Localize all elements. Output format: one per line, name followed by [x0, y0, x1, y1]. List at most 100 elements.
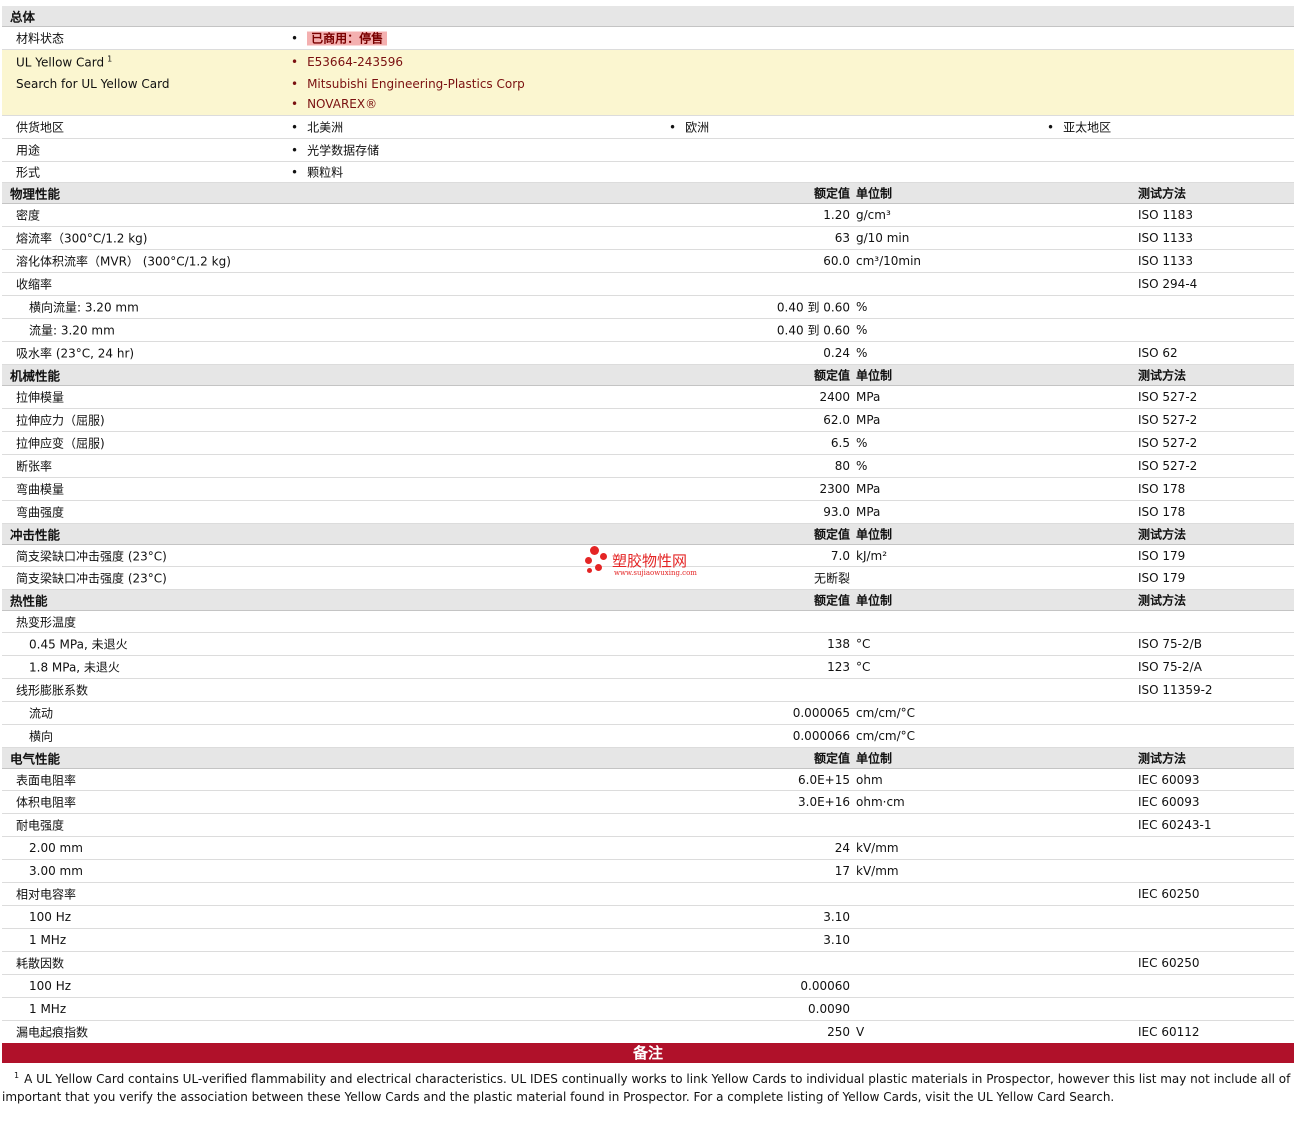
row-permittivity-100hz: 100 Hz 3.10	[2, 906, 1294, 929]
property-value: 0.00060	[800, 979, 850, 993]
property-value: 0.0090	[808, 1002, 850, 1016]
property-value: 3.10	[823, 910, 850, 924]
row-search-ul-card: Search for UL Yellow Card Mitsubishi Eng…	[2, 73, 1294, 116]
property-label: 拉伸模量	[16, 390, 65, 405]
use-item: 光学数据存储	[291, 142, 379, 159]
property-unit: cm/cm/°C	[856, 706, 916, 720]
sub-property-label: 横向流量: 3.20 mm	[29, 300, 139, 315]
region-item: 欧洲	[669, 119, 709, 136]
column-nominal: 额定值	[813, 527, 850, 542]
property-value: 24	[834, 841, 850, 855]
column-nominal: 额定值	[813, 186, 850, 201]
property-label: 吸水率 (23°C, 24 hr)	[16, 346, 135, 361]
property-range: 0.40 到 0.60	[776, 300, 850, 315]
test-method: ISO 11359-2	[1138, 683, 1213, 697]
column-unit: 单位制	[856, 593, 893, 608]
watermark-logo-icon	[584, 546, 612, 578]
property-unit: %	[856, 300, 868, 314]
sub-property-label: 流量: 3.20 mm	[29, 323, 115, 338]
property-unit: cm/cm/°C	[856, 729, 916, 743]
footnote-ref[interactable]: 1	[107, 54, 112, 63]
property-label: 体积电阻率	[16, 795, 77, 810]
property-unit: kJ/m²	[856, 548, 888, 563]
ul-card-link[interactable]: E53664-243596	[291, 55, 403, 69]
property-value: 2400	[819, 390, 850, 404]
footnote-line-2: important that you verify the associatio…	[2, 1090, 1115, 1104]
property-label: 热变形温度	[16, 615, 77, 629]
test-method: IEC 60243-1	[1138, 818, 1212, 832]
test-method: ISO 527-2	[1138, 459, 1198, 473]
property-label: 耐电强度	[16, 818, 65, 833]
test-method: IEC 60250	[1138, 887, 1200, 901]
property-value: 6.5	[830, 436, 850, 450]
watermark-url: www.sujiaowuxing.com	[614, 569, 697, 577]
test-method: ISO 75-2/B	[1138, 637, 1202, 651]
sub-property-label: 1.8 MPa, 未退火	[29, 660, 120, 675]
test-method: ISO 527-2	[1138, 436, 1198, 450]
row-hdt: 热变形温度	[2, 611, 1294, 633]
property-value: 0.000066	[792, 729, 850, 743]
row-tensile-stress: 拉伸应力（屈服) 62.0 MPa ISO 527-2	[2, 409, 1294, 432]
section-title: 冲击性能	[10, 527, 61, 543]
row-permittivity-1mhz: 1 MHz 3.10	[2, 929, 1294, 952]
property-label: 简支梁缺口冲击强度 (23°C)	[16, 571, 167, 586]
test-method: IEC 60112	[1138, 1025, 1200, 1039]
property-unit: %	[856, 323, 868, 337]
row-tensile-modulus: 拉伸模量 2400 MPa ISO 527-2	[2, 386, 1294, 409]
test-method: IEC 60093	[1138, 772, 1200, 787]
test-method: ISO 178	[1138, 482, 1186, 496]
property-unit: MPa	[856, 390, 881, 404]
test-method: ISO 179	[1138, 571, 1186, 585]
property-unit: %	[856, 436, 868, 450]
property-unit: ohm	[856, 772, 883, 787]
row-material-status: 材料状态 已商用：停售	[2, 27, 1294, 50]
section-title: 电气性能	[10, 751, 61, 767]
section-title: 热性能	[10, 593, 48, 609]
sub-property-label: 3.00 mm	[29, 864, 83, 878]
row-water-absorption: 吸水率 (23°C, 24 hr) 0.24 % ISO 62	[2, 342, 1294, 365]
section-title: 物理性能	[10, 186, 61, 202]
row-volume-resistivity: 体积电阻率 3.0E+16 ohm·cm IEC 60093	[2, 791, 1294, 814]
row-dissipation-1mhz: 1 MHz 0.0090	[2, 998, 1294, 1021]
property-unit: g/cm³	[856, 208, 891, 222]
property-value: 3.0E+16	[798, 795, 850, 809]
row-melt-flow: 熔流率（300°C/1.2 kg) 63 g/10 min ISO 1133	[2, 227, 1294, 250]
row-supply-regions: 供货地区 北美洲 欧洲 亚太地区	[2, 116, 1294, 139]
row-ul-yellow-card: UL Yellow Card1 E53664-243596	[2, 50, 1294, 73]
test-method: ISO 178	[1138, 505, 1186, 519]
region-item: 亚太地区	[1047, 119, 1111, 136]
property-unit: MPa	[856, 505, 881, 519]
row-flexural-modulus: 弯曲模量 2300 MPa ISO 178	[2, 478, 1294, 501]
property-label: 熔流率（300°C/1.2 kg)	[16, 231, 148, 246]
property-unit: °C	[856, 637, 871, 651]
property-value: 无断裂	[813, 571, 850, 586]
property-label: 密度	[16, 208, 41, 223]
test-method: ISO 294-4	[1138, 277, 1198, 291]
column-test: 测试方法	[1138, 186, 1187, 201]
property-unit: %	[856, 459, 868, 473]
property-label: 弯曲模量	[16, 482, 65, 497]
row-clte-flow: 流动 0.000065 cm/cm/°C	[2, 702, 1294, 725]
sub-property-label: 100 Hz	[29, 910, 72, 924]
property-label: Search for UL Yellow Card	[16, 77, 170, 91]
row-shrinkage-flow: 流量: 3.20 mm 0.40 到 0.60 %	[2, 319, 1294, 342]
region-item: 北美洲	[291, 119, 343, 136]
column-test: 测试方法	[1138, 527, 1187, 542]
search-link-manufacturer[interactable]: Mitsubishi Engineering-Plastics Corp	[291, 77, 525, 91]
property-label: 拉伸应变（屈服)	[16, 436, 105, 451]
row-form: 形式 颗粒料	[2, 162, 1294, 183]
property-label: 拉伸应力（屈服)	[16, 413, 105, 428]
property-label: 溶化体积流率（MVR） (300°C/1.2 kg)	[16, 254, 231, 269]
column-unit: 单位制	[856, 527, 893, 542]
notes-header: 备注	[2, 1043, 1294, 1063]
section-header-mechanical: 机械性能 额定值 单位制 测试方法	[2, 365, 1294, 386]
row-use: 用途 光学数据存储	[2, 139, 1294, 162]
test-method: ISO 179	[1138, 548, 1186, 563]
sub-property-label: 1 MHz	[29, 933, 67, 947]
property-label: UL Yellow Card 1	[16, 54, 112, 69]
property-label: 用途	[16, 143, 41, 158]
property-value: 60.0	[823, 254, 850, 268]
sub-property-label: 0.45 MPa, 未退火	[29, 637, 128, 652]
property-value: 7.0	[830, 548, 850, 563]
search-link-tradename[interactable]: NOVAREX®	[291, 97, 377, 111]
